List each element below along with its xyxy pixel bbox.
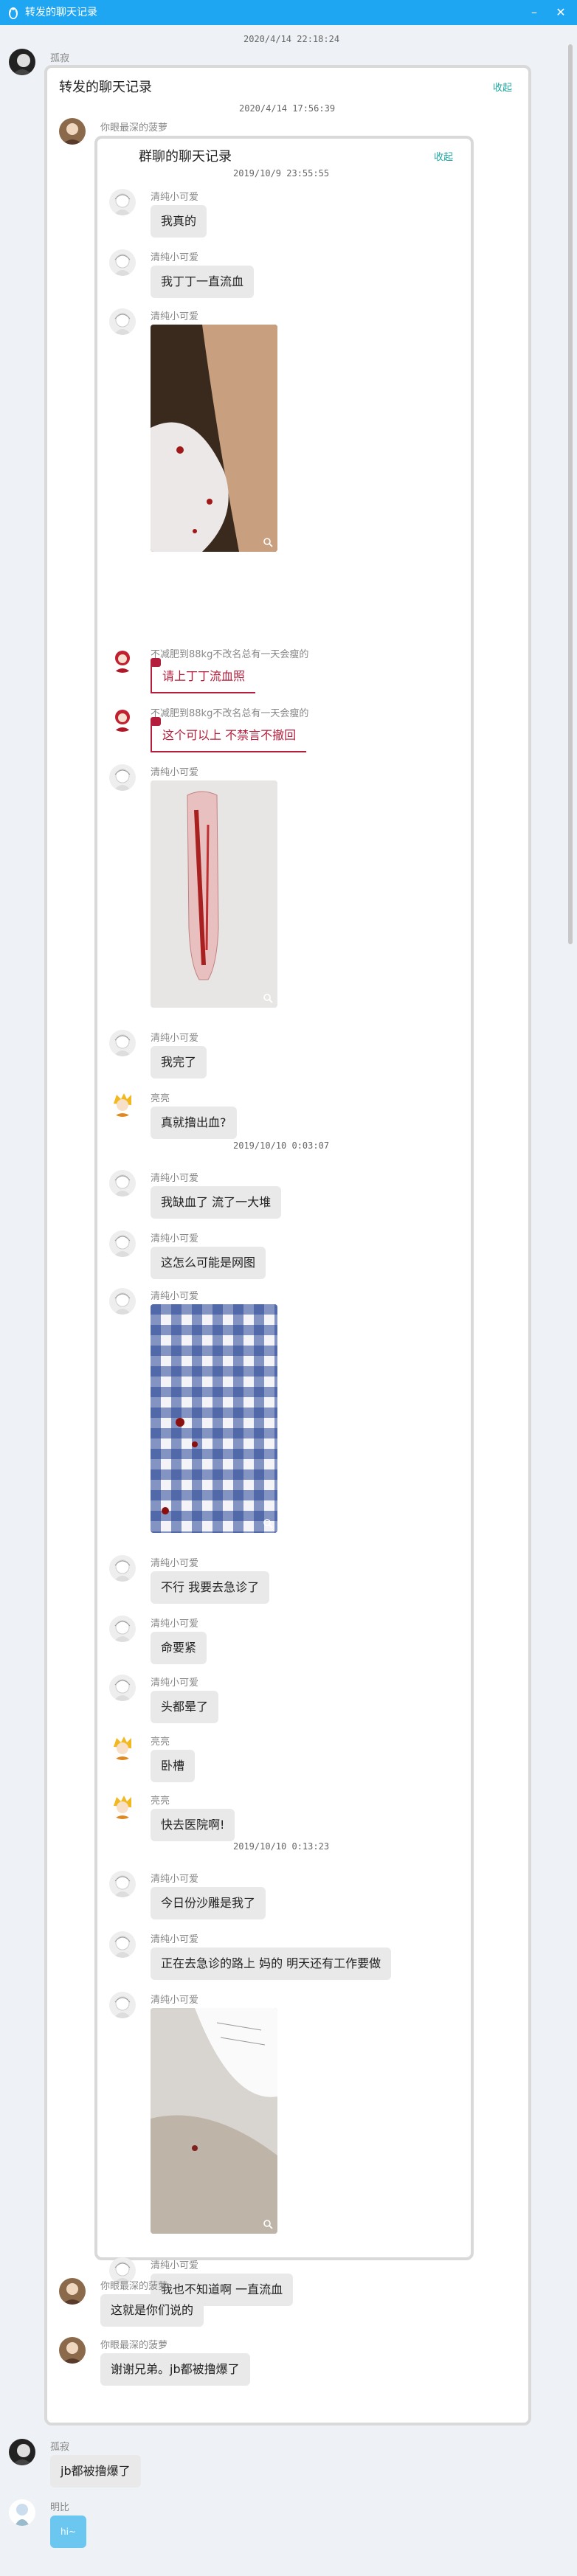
sender-name: 清纯小可爱 <box>151 1995 199 2006</box>
message-bubble[interactable]: 这就是你们说的 <box>100 2294 204 2327</box>
timestamp: 2020/4/14 17:56:39 <box>239 103 336 114</box>
avatar[interactable] <box>109 1734 136 1760</box>
avatar[interactable] <box>109 1616 136 1642</box>
sender-name: 清纯小可爱 <box>151 1558 199 1569</box>
sender-name: 你眼最深的菠萝 <box>100 122 168 134</box>
timestamp: 2019/10/9 23:55:55 <box>233 168 330 179</box>
window-title: 转发的聊天记录 <box>25 7 97 18</box>
sender-name: 清纯小可爱 <box>151 1934 199 1945</box>
timestamp: 2019/10/10 0:03:07 <box>233 1140 330 1151</box>
collapse-link[interactable]: 收起 <box>434 149 453 163</box>
message-image[interactable] <box>151 2008 277 2234</box>
sender-name: 清纯小可爱 <box>151 1618 199 1630</box>
avatar[interactable] <box>109 189 136 215</box>
message-bubble[interactable]: hi~ <box>50 2516 86 2548</box>
timestamp: 2019/10/10 0:13:23 <box>233 1841 330 1852</box>
sender-name: 清纯小可爱 <box>151 1233 199 1244</box>
card-title: 转发的聊天记录 <box>59 80 152 95</box>
sender-name: 孤寂 <box>50 2442 70 2453</box>
message-bubble[interactable]: 不行 我要去急诊了 <box>151 1571 270 1604</box>
sender-name: 亮亮 <box>151 1796 170 1807</box>
avatar[interactable] <box>109 1090 136 1117</box>
message-image[interactable] <box>151 780 277 1008</box>
avatar[interactable] <box>59 118 86 145</box>
avatar[interactable] <box>109 1931 136 1958</box>
zoom-icon[interactable] <box>263 1518 273 1528</box>
avatar[interactable] <box>109 249 136 276</box>
sender-name: 清纯小可爱 <box>151 1677 199 1689</box>
avatar[interactable] <box>109 1793 136 1819</box>
message-bubble[interactable]: 我缺血了 流了一大堆 <box>151 1186 282 1219</box>
avatar[interactable] <box>59 2337 86 2364</box>
message-image[interactable] <box>151 325 277 552</box>
title-bar: 转发的聊天记录 – ✕ <box>0 0 577 25</box>
sender-name: 清纯小可爱 <box>151 1173 199 1184</box>
sender-name: 清纯小可爱 <box>151 1291 199 1302</box>
minimize-button[interactable]: – <box>524 4 545 21</box>
message-bubble[interactable]: 今日份沙雕是我了 <box>151 1887 266 1919</box>
sender-name: 清纯小可爱 <box>151 192 199 203</box>
collapse-link[interactable]: 收起 <box>493 80 512 94</box>
avatar[interactable] <box>109 1675 136 1701</box>
sender-name: 明比 <box>50 2502 70 2513</box>
sender-name: 清纯小可爱 <box>151 2260 199 2271</box>
message-bubble[interactable]: 我真的 <box>151 205 207 238</box>
message-bubble[interactable]: 我丁丁一直流血 <box>151 266 255 298</box>
scrollbar-thumb[interactable] <box>568 44 573 944</box>
message-bubble[interactable]: 这怎么可能是网图 <box>151 1247 266 1279</box>
zoom-icon[interactable] <box>263 993 273 1003</box>
sender-name: 清纯小可爱 <box>151 311 199 322</box>
zoom-icon[interactable] <box>263 2219 273 2229</box>
message-bubble[interactable]: 请上丁丁流血照 <box>151 658 256 693</box>
close-button[interactable]: ✕ <box>550 4 571 21</box>
sender-name: 清纯小可爱 <box>151 767 199 778</box>
avatar[interactable] <box>109 1992 136 2018</box>
sender-name: 你眼最深的菠萝 <box>100 2281 168 2292</box>
avatar[interactable] <box>59 2278 86 2305</box>
message-bubble[interactable]: 快去医院啊! <box>151 1809 235 1841</box>
forwarded-card-outer[interactable]: 转发的聊天记录 收起 2020/4/14 17:56:39 你眼最深的菠萝 群聊… <box>44 65 531 2426</box>
avatar[interactable] <box>109 1170 136 1197</box>
message-bubble[interactable]: 头都晕了 <box>151 1691 219 1723</box>
sender-name: 孤寂 <box>50 53 70 64</box>
sender-name: 清纯小可爱 <box>151 1874 199 1885</box>
avatar[interactable] <box>9 2439 35 2465</box>
message-bubble[interactable]: 谢谢兄弟。jb都被撸爆了 <box>100 2353 250 2386</box>
avatar[interactable] <box>109 646 136 673</box>
avatar[interactable] <box>9 2499 35 2526</box>
avatar[interactable] <box>109 764 136 791</box>
sender-name: 不减肥到88kg不改名总有一天会瘦的 <box>151 708 309 719</box>
timestamp: 2020/4/14 22:18:24 <box>243 34 340 44</box>
message-image[interactable] <box>151 1304 277 1533</box>
qq-penguin-icon <box>6 5 21 20</box>
message-bubble[interactable]: 命要紧 <box>151 1632 207 1664</box>
chat-history-window: 转发的聊天记录 – ✕ 2020/4/14 22:18:24 孤寂 转发的聊天记… <box>0 0 577 2576</box>
avatar[interactable] <box>9 49 35 75</box>
avatar[interactable] <box>109 1030 136 1056</box>
sender-name: 你眼最深的菠萝 <box>100 2340 168 2351</box>
avatar[interactable] <box>109 1288 136 1315</box>
avatar[interactable] <box>109 1871 136 1897</box>
sender-name: 清纯小可爱 <box>151 1033 199 1044</box>
sender-name: 不减肥到88kg不改名总有一天会瘦的 <box>151 649 309 660</box>
avatar[interactable] <box>109 308 136 335</box>
forwarded-card-inner[interactable]: 群聊的聊天记录 收起 2019/10/9 23:55:55 清纯小可爱 我真的 清纯… <box>94 136 474 2306</box>
avatar[interactable] <box>109 705 136 732</box>
message-bubble[interactable]: 这个可以上 不禁言不撤回 <box>151 717 307 752</box>
sender-name: 清纯小可爱 <box>151 252 199 263</box>
message-bubble[interactable]: 真就撸出血? <box>151 1107 237 1139</box>
avatar[interactable] <box>109 1555 136 1582</box>
avatar[interactable] <box>109 1230 136 1257</box>
message-bubble[interactable]: 正在去急诊的路上 妈的 明天还有工作要做 <box>151 1947 392 1980</box>
sender-name: 亮亮 <box>151 1093 170 1104</box>
zoom-icon[interactable] <box>263 537 273 547</box>
message-bubble[interactable]: 卧槽 <box>151 1750 196 1782</box>
message-bubble[interactable]: jb都被撸爆了 <box>50 2455 141 2487</box>
card-title: 群聊的聊天记录 <box>139 149 232 165</box>
sender-name: 亮亮 <box>151 1737 170 1748</box>
message-bubble[interactable]: 我完了 <box>151 1046 207 1078</box>
